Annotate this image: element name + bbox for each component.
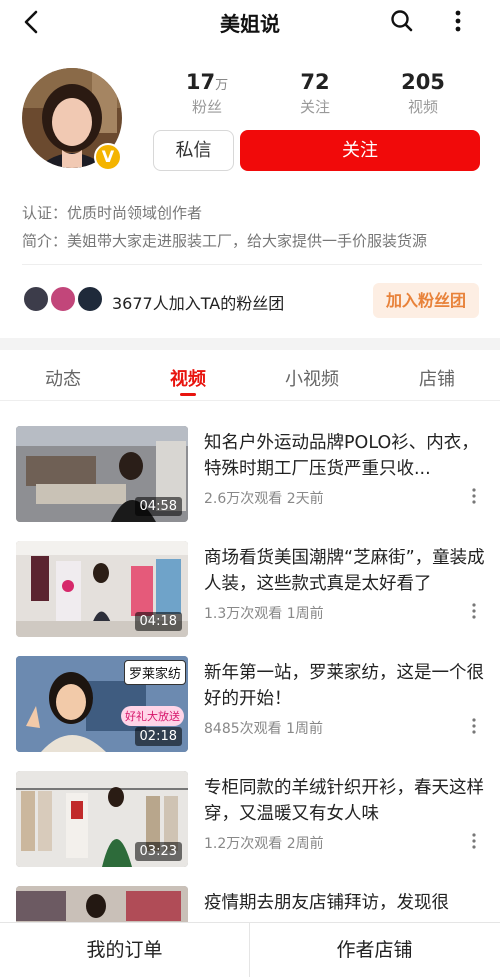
video-item[interactable]: 罗莱家纺 好礼大放送 02:18 新年第一站，罗莱家纺，这是一个很好的开始！ 8…: [0, 656, 500, 766]
message-button[interactable]: 私信: [153, 130, 234, 171]
video-thumbnail[interactable]: 04:18: [16, 541, 188, 637]
video-duration: 02:18: [134, 727, 182, 746]
my-orders-button[interactable]: 我的订单: [0, 923, 249, 977]
verified-badge-icon: V: [94, 143, 122, 171]
video-title: 专柜同款的羊绒针织开衫，春天这样穿，又温暖又有女人味: [204, 778, 484, 824]
fans-label: 粉丝: [191, 98, 222, 116]
video-title: 商场看货美国潮牌“芝麻街”，童装成人装，这些款式真是太好看了: [204, 548, 485, 594]
tab-videos[interactable]: 视频: [143, 365, 233, 391]
video-time: 2天前: [286, 491, 324, 507]
divider: [22, 264, 482, 265]
video-item[interactable]: 04:58 知名户外运动品牌POLO衫、内衣，特殊时期工厂压货严重只收... 2…: [0, 426, 500, 536]
video-item[interactable]: 04:18 商场看货美国潮牌“芝麻街”，童装成人装，这些款式真是太好看了 1.3…: [0, 541, 500, 651]
section-gap: [0, 338, 500, 350]
video-more-icon[interactable]: [470, 716, 478, 736]
video-more-icon[interactable]: [470, 831, 478, 851]
author-shop-button[interactable]: 作者店铺: [250, 923, 499, 977]
video-duration: 04:18: [134, 612, 182, 631]
tabs-divider: [0, 400, 500, 401]
search-icon[interactable]: [389, 8, 415, 34]
videos-count: 205: [401, 70, 445, 94]
stat-fans[interactable]: 17万 粉丝: [162, 70, 252, 117]
brand-overlay-label: 罗莱家纺: [123, 660, 186, 685]
intro-text: 简介：美姐带大家走进服装工厂，给大家提供一手价服装货源: [22, 232, 428, 250]
video-thumbnail[interactable]: 罗莱家纺 好礼大放送 02:18: [16, 656, 188, 752]
stat-following[interactable]: 72 关注: [270, 70, 360, 117]
video-meta: 8485次观看 1周前: [204, 718, 323, 738]
video-title: 新年第一站，罗莱家纺，这是一个很好的开始！: [204, 663, 484, 709]
tab-dynamic[interactable]: 动态: [18, 365, 108, 391]
fan-avatar: [22, 285, 50, 313]
fans-unit: 万: [215, 78, 229, 93]
video-time: 2周前: [286, 836, 324, 852]
video-item[interactable]: 03:23 专柜同款的羊绒针织开衫，春天这样穿，又温暖又有女人味 1.2万次观看…: [0, 771, 500, 881]
video-thumbnail[interactable]: 03:23: [16, 771, 188, 867]
gift-overlay-label: 好礼大放送: [121, 706, 184, 726]
video-views: 8485次观看: [204, 721, 282, 737]
video-time: 1周前: [286, 606, 324, 622]
fans-count: 17: [185, 70, 216, 94]
fan-avatar: [76, 285, 104, 313]
video-time: 1周前: [286, 721, 324, 737]
video-views: 1.2万次观看: [204, 836, 283, 852]
active-tab-indicator: [180, 393, 196, 396]
tab-short-videos[interactable]: 小视频: [267, 365, 357, 391]
fan-group-text: 3677人加入TA的粉丝团: [112, 294, 285, 313]
video-duration: 04:58: [134, 497, 182, 516]
more-vertical-icon[interactable]: [448, 8, 468, 34]
video-views: 1.3万次观看: [204, 606, 283, 622]
video-more-icon[interactable]: [470, 601, 478, 621]
video-views: 2.6万次观看: [204, 491, 283, 507]
video-thumbnail[interactable]: 04:58: [16, 426, 188, 522]
follow-button[interactable]: 关注: [240, 130, 480, 171]
videos-label: 视频: [407, 98, 438, 116]
stat-videos[interactable]: 205 视频: [378, 70, 468, 117]
following-count: 72: [300, 70, 330, 94]
video-duration: 03:23: [134, 842, 182, 861]
top-bar: 美姐说: [0, 0, 500, 44]
page-title: 美姐说: [220, 12, 280, 36]
video-title: 知名户外运动品牌POLO衫、内衣，特殊时期工厂压货严重只收...: [204, 433, 479, 479]
video-more-icon[interactable]: [470, 486, 478, 506]
certification-text: 认证：优质时尚领域创作者: [22, 204, 203, 222]
bottom-bar: 我的订单 作者店铺: [0, 922, 500, 977]
tab-shop[interactable]: 店铺: [392, 365, 482, 391]
video-meta: 1.2万次观看 2周前: [204, 833, 324, 853]
video-meta: 2.6万次观看 2天前: [204, 488, 324, 508]
video-meta: 1.3万次观看 1周前: [204, 603, 324, 623]
join-fan-group-button[interactable]: 加入粉丝团: [373, 283, 479, 318]
following-label: 关注: [299, 98, 330, 116]
fan-avatar: [49, 285, 77, 313]
fan-avatars[interactable]: [22, 285, 107, 315]
